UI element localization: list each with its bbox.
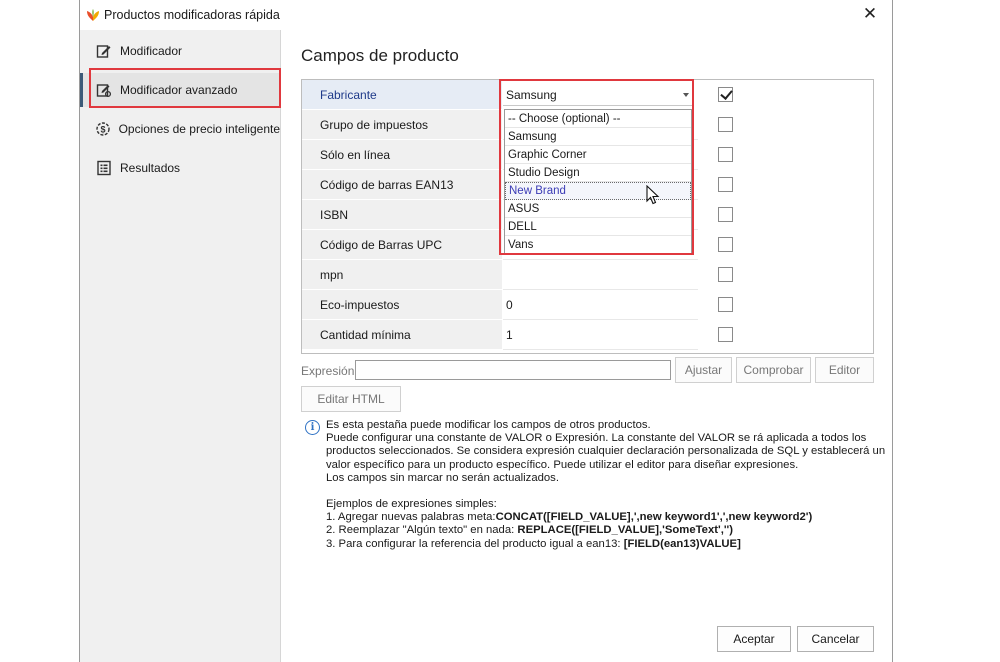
field-value[interactable]: 0 [503,290,698,320]
smart-price-icon: $ [95,120,112,138]
cancel-button[interactable]: Cancelar [797,626,874,652]
field-row[interactable]: Eco-impuestos 0 [302,290,873,320]
fabricante-dropdown-list: -- Choose (optional) -- Samsung Graphic … [504,109,692,255]
field-checkbox[interactable] [718,147,733,162]
help-line: Los campos sin marcar no serán actualiza… [326,471,559,484]
field-name-cell: Código de barras EAN13 [302,170,502,200]
expression-input[interactable] [355,360,671,380]
example-code: REPLACE([FIELD_VALUE],'SomeText','') [517,524,733,537]
field-checkbox[interactable] [718,177,733,192]
field-checkbox[interactable] [718,117,733,132]
fabricante-select[interactable]: Samsung [503,84,693,106]
main-panel: Campos de producto Fabricante Samsung Gr… [282,30,893,662]
example-text: 2. Reemplazar "Algún texto" en nada: [326,524,518,537]
field-checkbox[interactable] [718,207,733,222]
field-name-cell: Sólo en línea [302,140,502,170]
help-line: productos seleccionados. Se considera ex… [326,445,886,458]
dropdown-option[interactable]: Samsung [505,128,691,146]
help-line: Puede configurar una constante de VALOR … [326,432,867,445]
results-icon [95,159,113,177]
help-line: Es esta pestaña puede modificar los camp… [326,419,651,431]
field-name-cell: Eco-impuestos [302,290,502,320]
field-row[interactable]: Fabricante Samsung [302,80,873,110]
sidebar: Modificador Modificador avanzado $ Opcio… [80,30,281,662]
field-name-cell: mpn [302,260,502,290]
app-logo-icon [87,9,99,21]
example-line: 2. Reemplazar "Algún texto" en nada: REP… [326,524,886,537]
title-bar: Productos modificadoras rápida ✕ [80,0,892,30]
dropdown-option[interactable]: -- Choose (optional) -- [505,110,691,128]
field-checkbox[interactable] [718,297,733,312]
dropdown-option[interactable]: Graphic Corner [505,146,691,164]
fields-grid: Fabricante Samsung Grupo de impuestos Só… [301,79,874,354]
example-line: 1. Agregar nuevas palabras meta:CONCAT([… [326,511,886,524]
examples-title: Ejemplos de expresiones simples: [326,498,497,511]
field-name-cell: ISBN [302,200,502,230]
accept-button[interactable]: Aceptar [717,626,791,652]
field-name: Grupo de impuestos [320,117,429,132]
field-name: Código de barras EAN13 [320,177,454,192]
field-name: mpn [320,267,344,282]
example-text: 3. Para configurar la referencia del pro… [326,537,624,550]
example-line: 3. Para configurar la referencia del pro… [326,538,886,551]
dropdown-option-hovered[interactable]: New Brand [505,182,691,200]
example-code: CONCAT([FIELD_VALUE],',new keyword1',',n… [495,511,813,524]
close-icon[interactable]: ✕ [862,5,878,22]
field-name: Código de Barras UPC [320,237,443,252]
sidebar-item-modificador[interactable]: Modificador [80,34,280,68]
example-code: [FIELD(ean13)VALUE] [623,537,741,550]
mouse-cursor-icon [646,185,660,205]
sidebar-item-opciones-precio[interactable]: $ Opciones de precio inteligente [80,112,280,146]
help-line: valor específico para un producto especí… [326,458,799,471]
edit-icon [95,42,113,60]
field-value[interactable]: 1 [503,320,698,350]
field-checkbox[interactable] [718,267,733,282]
dropdown-option[interactable]: ASUS [505,200,691,218]
field-checkbox[interactable] [718,327,733,342]
window-title: Productos modificadoras rápida [104,8,280,22]
help-text: Es esta pestaña puede modificar los camp… [326,419,886,551]
field-name: Fabricante [320,87,377,102]
select-value: Samsung [506,87,557,102]
field-name-cell: Fabricante [302,80,502,110]
field-name: Sólo en línea [320,147,391,162]
field-name-cell: Código de Barras UPC [302,230,502,260]
page-title: Campos de producto [301,46,459,65]
dropdown-option[interactable]: Studio Design [505,164,691,182]
svg-text:$: $ [101,125,106,135]
example-text: 1. Agregar nuevas palabras meta: [326,511,496,524]
editor-button[interactable]: Editor [815,357,874,383]
dialog-window: Productos modificadoras rápida ✕ Modific… [79,0,893,662]
sidebar-item-label: Opciones de precio inteligente [118,122,280,136]
field-name: Eco-impuestos [320,297,400,312]
sidebar-item-label: Modificador [120,44,183,58]
field-row[interactable]: Cantidad mínima 1 [302,320,873,350]
sidebar-item-resultados[interactable]: Resultados [80,151,280,185]
field-name: ISBN [320,207,349,222]
info-icon: i [305,420,320,435]
sidebar-item-modificador-avanzado[interactable]: Modificador avanzado [80,73,280,107]
sidebar-item-label: Resultados [120,161,181,175]
field-value[interactable] [503,260,698,290]
check-button[interactable]: Comprobar [736,357,811,383]
field-name: Cantidad mínima [320,327,411,342]
dropdown-option[interactable]: DELL [505,218,691,236]
field-name-cell: Cantidad mínima [302,320,502,350]
field-checkbox[interactable] [718,87,733,102]
chevron-down-icon[interactable] [683,93,689,97]
advanced-edit-icon [95,81,113,99]
adjust-button[interactable]: Ajustar [675,357,732,383]
sidebar-item-label: Modificador avanzado [120,83,238,97]
field-checkbox[interactable] [718,237,733,252]
edit-html-button[interactable]: Editar HTML [301,386,401,412]
expression-label: Expresión [301,364,355,378]
field-name-cell: Grupo de impuestos [302,110,502,140]
field-row[interactable]: mpn [302,260,873,290]
dropdown-option[interactable]: Vans [505,236,691,254]
